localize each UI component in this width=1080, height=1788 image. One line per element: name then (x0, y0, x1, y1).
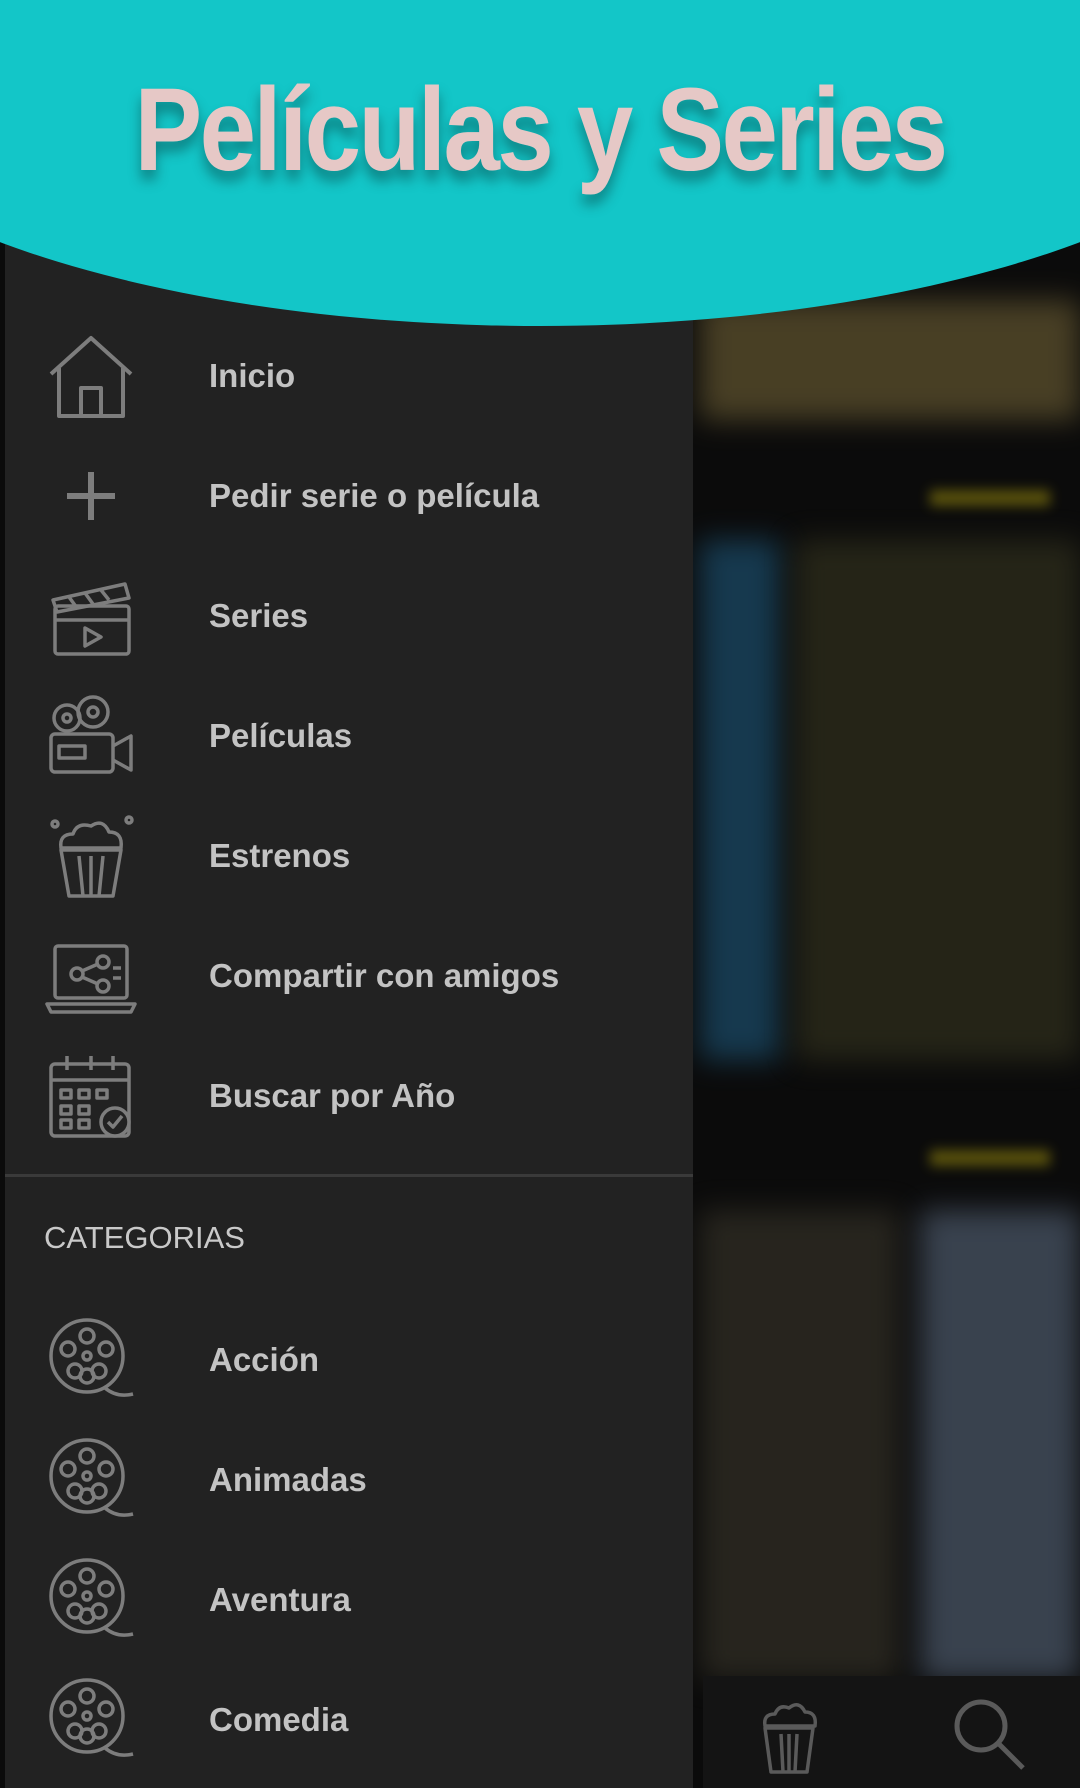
bottom-navigation (703, 1676, 1080, 1788)
clapperboard-icon (45, 570, 137, 662)
page-title: Películas y Series (134, 64, 948, 196)
bg-label (930, 1150, 1050, 1166)
popcorn-icon[interactable] (743, 1688, 835, 1780)
bg-poster (700, 1210, 900, 1680)
bg-poster (795, 540, 1080, 1060)
film-reel-icon (45, 1554, 137, 1646)
category-item-label: Acción (209, 1341, 320, 1378)
category-item-label: Animadas (209, 1461, 367, 1498)
drawer-item-estrenos[interactable]: Estrenos (5, 796, 693, 916)
drawer-item-compartir[interactable]: Compartir con amigos (5, 916, 693, 1036)
drawer-item-buscar-ano[interactable]: Buscar por Año (5, 1036, 693, 1156)
popcorn-icon (45, 810, 137, 902)
drawer-item-label: Pedir serie o película (209, 477, 540, 514)
calendar-icon (45, 1050, 137, 1142)
plus-icon (45, 450, 137, 542)
drawer-item-pedir[interactable]: Pedir serie o película (5, 436, 693, 556)
category-item-animadas[interactable]: Animadas (5, 1420, 693, 1540)
drawer-divider (5, 1174, 693, 1177)
category-item-comedia[interactable]: Comedia (5, 1660, 693, 1780)
search-icon[interactable] (943, 1688, 1035, 1780)
film-reel-icon (45, 1674, 137, 1766)
category-item-aventura[interactable]: Aventura (5, 1540, 693, 1660)
category-item-label: Aventura (209, 1581, 351, 1618)
category-item-accion[interactable]: Acción (5, 1300, 693, 1420)
share-laptop-icon (45, 930, 137, 1022)
drawer-item-label: Buscar por Año (209, 1077, 456, 1114)
drawer-item-label: Inicio (209, 357, 296, 394)
drawer-item-peliculas[interactable]: Películas (5, 676, 693, 796)
bg-poster (700, 540, 780, 1060)
drawer-item-label: Estrenos (209, 837, 351, 874)
bg-poster (920, 1210, 1080, 1680)
bg-label (930, 490, 1050, 506)
drawer-item-series[interactable]: Series (5, 556, 693, 676)
home-icon (45, 330, 137, 422)
drawer-item-label: Series (209, 597, 309, 634)
film-reel-icon (45, 1434, 137, 1526)
film-reel-icon (45, 1314, 137, 1406)
movie-camera-icon (45, 690, 137, 782)
categories-section-title: CATEGORIAS (44, 1220, 245, 1255)
category-item-label: Comedia (209, 1701, 349, 1738)
drawer-item-label: Películas (209, 717, 353, 754)
drawer-item-label: Compartir con amigos (209, 957, 560, 994)
